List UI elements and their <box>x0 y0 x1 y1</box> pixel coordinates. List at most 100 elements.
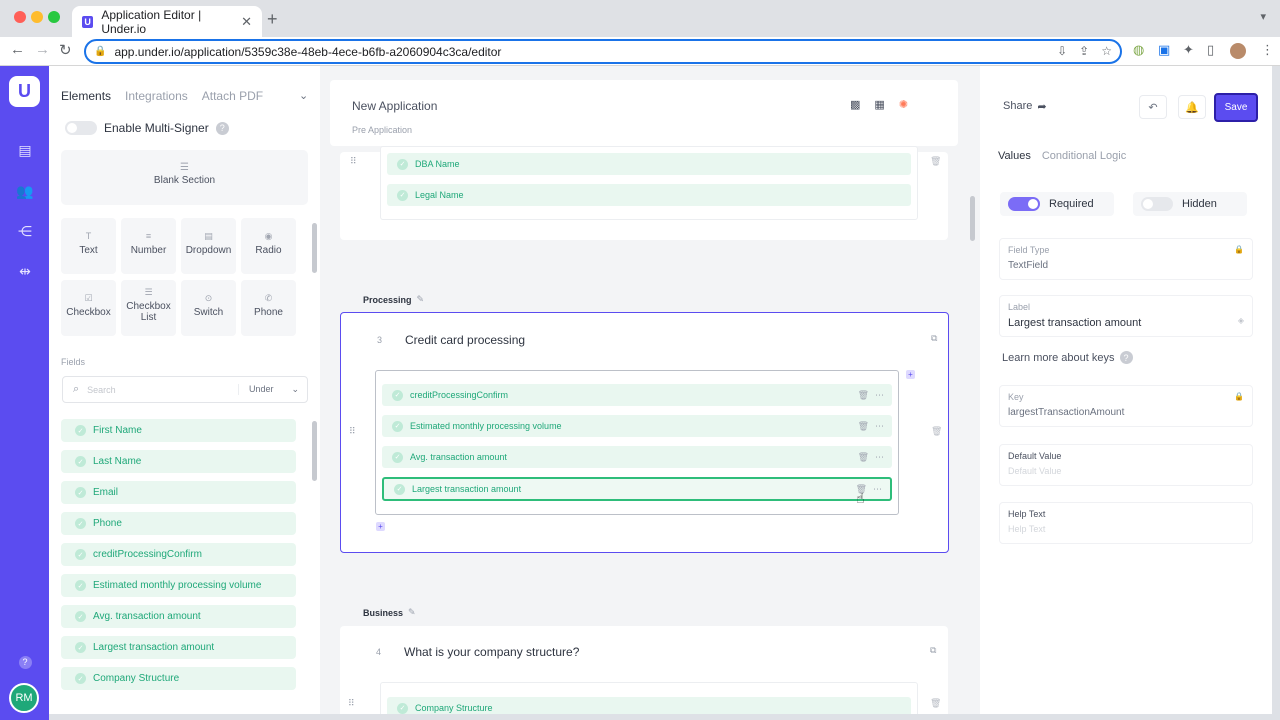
label-field[interactable]: Label Largest transaction amount ◈ <box>999 295 1253 337</box>
list-item[interactable]: ✓ Phone <box>61 512 296 535</box>
under-logo[interactable]: U <box>9 76 40 107</box>
element-phone[interactable]: ✆ Phone <box>241 280 296 336</box>
element-dropdown[interactable]: ▤ Dropdown <box>181 218 236 274</box>
field-row[interactable]: ✓ Legal Name <box>387 184 911 206</box>
application-title[interactable]: New Application <box>352 99 437 113</box>
required-toggle[interactable] <box>1008 197 1040 211</box>
canvas-scrollbar[interactable] <box>970 196 975 241</box>
element-checkbox-list[interactable]: ☰ Checkbox List <box>121 280 176 336</box>
tab-integrations[interactable]: Integrations <box>125 89 188 103</box>
blank-section-tile[interactable]: ☰ Blank Section <box>61 150 308 205</box>
tab-search-chevron-icon[interactable]: ▾ <box>1260 10 1266 23</box>
default-value-input[interactable]: Default Value <box>1008 466 1244 476</box>
tab-attach-pdf[interactable]: Attach PDF <box>202 89 263 103</box>
integration-icon[interactable]: ▦ <box>874 98 884 111</box>
list-item[interactable]: ✓ Email <box>61 481 296 504</box>
trash-icon[interactable]: 🗑 <box>930 156 941 167</box>
field-row[interactable]: ✓ DBA Name <box>387 153 911 175</box>
new-tab-icon[interactable]: + <box>267 9 278 30</box>
element-text[interactable]: T Text <box>61 218 116 274</box>
maximize-window-button[interactable] <box>48 11 60 23</box>
question-title[interactable]: What is your company structure? <box>404 645 579 659</box>
help-text-input[interactable]: Help Text <box>1008 524 1244 534</box>
profile-avatar-icon[interactable] <box>1230 43 1246 59</box>
undo-button[interactable]: ↶ <box>1139 95 1167 119</box>
settings-sliders-icon[interactable]: ⧉ <box>930 645 936 656</box>
bookmark-star-icon[interactable]: ☆ <box>1101 44 1112 58</box>
list-item[interactable]: ✓ Estimated monthly processing volume <box>61 574 296 597</box>
close-tab-icon[interactable]: ✕ <box>241 14 252 30</box>
forward-icon[interactable]: → <box>35 41 50 58</box>
section-label-processing[interactable]: Processing ✎ <box>363 294 424 305</box>
add-field-icon[interactable]: + <box>376 522 385 531</box>
required-option[interactable]: Required <box>1000 192 1114 216</box>
add-row-icon[interactable]: + <box>906 370 915 379</box>
drag-handle-icon[interactable]: ⠿ <box>350 156 357 167</box>
browser-menu-icon[interactable]: ⋮ <box>1261 42 1274 58</box>
field-row[interactable]: ✓ Estimated monthly processing volume 🗑 ⋯ <box>382 415 892 437</box>
trash-icon[interactable]: 🗑 <box>930 698 941 709</box>
save-button[interactable]: Save <box>1214 93 1258 122</box>
hubspot-icon[interactable]: ✺ <box>899 98 908 111</box>
extensions-puzzle-icon[interactable]: ✦ <box>1183 42 1194 58</box>
question-title[interactable]: Credit card processing <box>405 333 525 347</box>
user-avatar[interactable]: RM <box>9 683 39 713</box>
tab-values[interactable]: Values <box>998 150 1031 162</box>
close-window-button[interactable] <box>14 11 26 23</box>
install-icon[interactable]: ⇩ <box>1057 44 1067 58</box>
list-item[interactable]: ✓ First Name <box>61 419 296 442</box>
question-card-processing[interactable]: 3 Credit card processing ⧉ ⠿ 🗑 + + ✓ cred… <box>340 312 949 553</box>
trash-icon[interactable]: 🗑 <box>931 426 942 437</box>
list-item[interactable]: ✓ Last Name <box>61 450 296 473</box>
element-number[interactable]: ≡ Number <box>121 218 176 274</box>
field-search-input[interactable]: ⌕ Search Under ⌄ <box>62 376 308 403</box>
hidden-option[interactable]: Hidden <box>1133 192 1247 216</box>
question-card-business[interactable]: 4 What is your company structure? ⧉ ⠿ 🗑 … <box>340 626 948 714</box>
edit-icon[interactable]: ◈ <box>1238 316 1244 325</box>
label-value[interactable]: Largest transaction amount <box>1008 317 1244 329</box>
multi-signer-toggle[interactable] <box>65 121 97 135</box>
back-icon[interactable]: ← <box>10 41 25 58</box>
list-item[interactable]: ✓ Company Structure <box>61 667 296 690</box>
extension-icon[interactable]: ◍ <box>1133 42 1144 58</box>
help-icon[interactable]: ? <box>15 653 35 671</box>
list-item[interactable]: ✓ Avg. transaction amount <box>61 605 296 628</box>
notifications-button[interactable]: 🔔 <box>1178 95 1206 119</box>
share-button[interactable]: Share ➦ <box>1003 100 1047 113</box>
drag-handle-icon[interactable]: ⠿ <box>348 698 355 709</box>
default-value-field[interactable]: Default Value Default Value <box>999 444 1253 486</box>
minimize-window-button[interactable] <box>31 11 43 23</box>
browser-tab[interactable]: U Application Editor | Under.io ✕ <box>72 6 262 37</box>
drag-handle-icon[interactable]: ⠿ <box>349 426 356 437</box>
list-item[interactable]: ✓ Largest transaction amount <box>61 636 296 659</box>
hidden-toggle[interactable] <box>1141 197 1173 211</box>
fields-scrollbar[interactable] <box>312 421 317 481</box>
sidebar-icon[interactable]: ▯ <box>1207 42 1214 58</box>
search-scope-select[interactable]: Under ⌄ <box>237 384 307 395</box>
chevron-down-icon[interactable]: ⌄ <box>299 89 308 102</box>
reload-icon[interactable]: ↻ <box>59 41 72 59</box>
element-radio[interactable]: ◉ Radio <box>241 218 296 274</box>
palette-scrollbar[interactable] <box>312 223 317 273</box>
field-row[interactable]: ✓ Company Structure <box>387 697 911 714</box>
arrows-icon[interactable]: ⇹ <box>15 262 35 280</box>
tab-elements[interactable]: Elements <box>61 89 111 103</box>
element-switch[interactable]: ⊙ Switch <box>181 280 236 336</box>
share-page-icon[interactable]: ⇪ <box>1079 44 1089 58</box>
field-row[interactable]: ✓ Avg. transaction amount 🗑 ⋯ <box>382 446 892 468</box>
help-text-field[interactable]: Help Text Help Text <box>999 502 1253 544</box>
settings-sliders-icon[interactable]: ⧉ <box>931 333 937 344</box>
section-label-business[interactable]: Business ✎ <box>363 607 416 618</box>
list-item[interactable]: ✓ creditProcessingConfirm <box>61 543 296 566</box>
share-icon[interactable]: ⋲ <box>15 222 35 240</box>
field-row-selected[interactable]: ✓ Largest transaction amount 🗑 ⋯ <box>382 477 892 501</box>
extension-f-icon[interactable]: ▣ <box>1158 42 1170 58</box>
qr-code-icon[interactable]: ▩ <box>850 98 860 111</box>
document-icon[interactable]: ▤ <box>15 141 35 159</box>
learn-more-keys-link[interactable]: Learn more about keys? <box>1002 351 1133 364</box>
element-checkbox[interactable]: ☑ Checkbox <box>61 280 116 336</box>
address-bar[interactable]: 🔒 app.under.io/application/5359c38e-48eb… <box>84 39 1122 64</box>
info-icon[interactable]: ? <box>215 121 229 135</box>
tab-conditional-logic[interactable]: Conditional Logic <box>1042 150 1126 162</box>
field-row[interactable]: ✓ creditProcessingConfirm 🗑 ⋯ <box>382 384 892 406</box>
